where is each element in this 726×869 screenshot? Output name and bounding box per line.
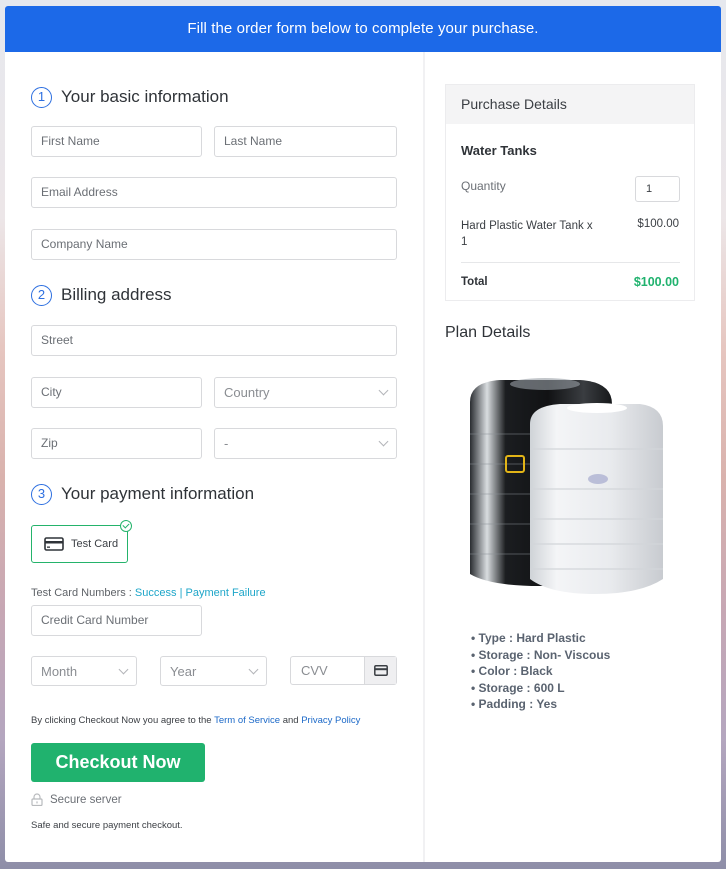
total-value: $100.00 [633, 275, 679, 289]
chevron-down-icon [118, 664, 129, 675]
cvv-placeholder: CVV [301, 663, 328, 678]
agreement-prefix: By clicking Checkout Now you agree to th… [31, 715, 215, 726]
year-select-value: Year [170, 664, 197, 679]
summary-divider [461, 262, 680, 263]
chevron-down-icon [248, 664, 259, 675]
agreement-and: and [280, 715, 302, 726]
agreement-text: By clicking Checkout Now you agree to th… [31, 715, 360, 726]
first-name-input[interactable]: First Name [31, 126, 202, 157]
payment-failure-link[interactable]: Payment Failure [185, 587, 265, 599]
year-select[interactable]: Year [160, 656, 267, 686]
safe-checkout-text: Safe and secure payment checkout. [31, 820, 183, 831]
company-input[interactable]: Company Name [31, 229, 397, 260]
terms-of-service-link[interactable]: Term of Service [214, 715, 280, 726]
step-basic-info-heading: 1 Your basic information [31, 85, 229, 109]
step-title: Your basic information [61, 87, 229, 106]
step-title: Your payment information [61, 484, 255, 503]
plan-feature-item: Storage : Non- Viscous [471, 647, 611, 664]
purchase-details-header: Purchase Details [446, 85, 694, 124]
total-label: Total [461, 276, 488, 288]
step-title: Billing address [61, 285, 172, 304]
state-select[interactable]: - [214, 428, 397, 459]
selected-check-icon [120, 520, 132, 532]
street-input[interactable]: Street [31, 325, 397, 356]
step-number-badge: 1 [31, 86, 52, 108]
line-item-name: Hard Plastic Water Tank x 1 [461, 220, 593, 248]
privacy-policy-link[interactable]: Privacy Policy [301, 715, 360, 726]
country-select-value: Country [224, 385, 270, 400]
credit-card-number-input[interactable]: Credit Card Number [31, 605, 202, 636]
step-number-badge: 2 [31, 284, 52, 306]
secure-server-label: Secure server [50, 793, 122, 806]
water-tank-image [470, 378, 663, 594]
city-input[interactable]: City [31, 377, 202, 408]
step-payment-heading: 3 Your payment information [31, 482, 254, 506]
credit-card-icon [44, 537, 64, 551]
zip-input[interactable]: Zip [31, 428, 202, 459]
chevron-down-icon [378, 385, 389, 396]
credit-card-icon [373, 665, 388, 676]
payment-method-label: Test Card [71, 538, 119, 550]
plan-features-list: Type : Hard Plastic Storage : Non- Visco… [471, 630, 611, 713]
column-divider [423, 52, 425, 862]
product-name: Water Tanks [461, 143, 537, 158]
month-select-value: Month [41, 664, 78, 679]
step-billing-heading: 2 Billing address [31, 283, 172, 307]
plan-feature-item: Color : Black [471, 663, 610, 680]
secure-server: Secure server [31, 793, 122, 806]
plan-feature-item: Type : Hard Plastic [471, 630, 610, 647]
test-card-numbers-label: Test Card Numbers : [31, 587, 135, 599]
success-link[interactable]: Success [135, 587, 177, 599]
last-name-input[interactable]: Last Name [214, 126, 397, 157]
checkout-card: 1 Your basic information First Name Last… [5, 52, 721, 862]
month-select[interactable]: Month [31, 656, 137, 686]
cvv-addon [364, 657, 396, 684]
payment-method-test-card[interactable]: Test Card [31, 520, 132, 563]
quantity-label: Quantity [461, 179, 506, 193]
page-banner: Fill the order form below to complete yo… [5, 6, 721, 52]
plan-feature-item: Padding : Yes [471, 696, 610, 713]
plan-details-title: Plan Details [445, 324, 531, 341]
checkout-now-button[interactable]: Checkout Now [31, 743, 205, 782]
test-card-numbers: Test Card Numbers : Success | Payment Fa… [31, 587, 266, 599]
email-input[interactable]: Email Address [31, 177, 397, 208]
quantity-input[interactable]: 1 [635, 176, 680, 202]
chevron-down-icon [378, 436, 389, 447]
separator: | [179, 587, 183, 599]
country-select[interactable]: Country [214, 377, 397, 408]
state-select-value: - [224, 436, 229, 451]
cvv-input[interactable]: CVV [290, 656, 397, 685]
plan-feature-item: Storage : 600 L [471, 680, 610, 697]
line-item-price: $100.00 [637, 218, 679, 230]
lock-icon [31, 793, 43, 806]
purchase-details-box: Purchase Details Water Tanks Quantity 1 … [445, 84, 695, 301]
step-number-badge: 3 [31, 483, 52, 505]
